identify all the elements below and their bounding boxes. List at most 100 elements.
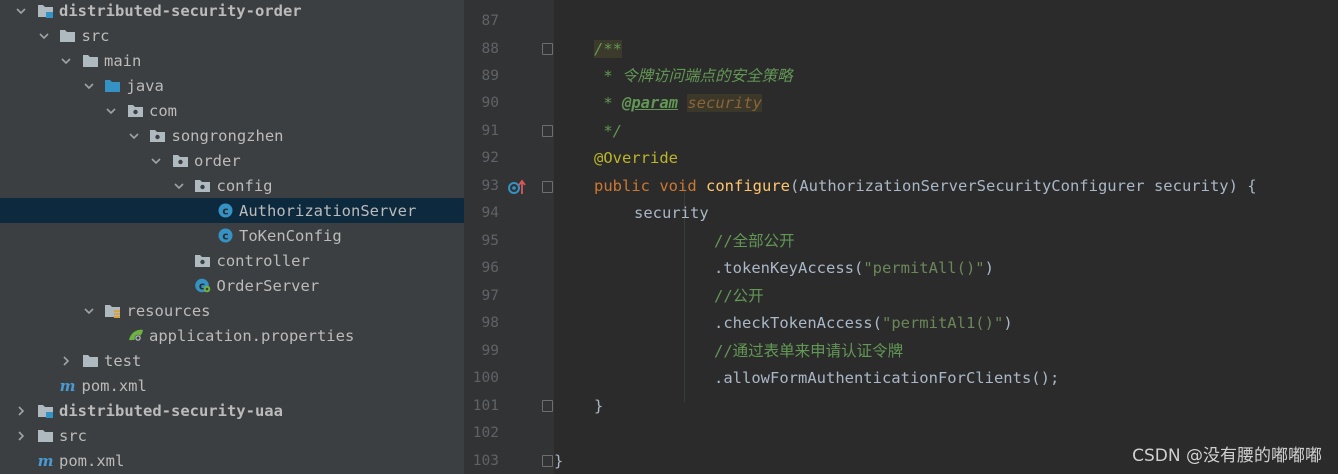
code-line-92: @Override [594,149,678,167]
tree-item-label: AuthorizationServer [239,201,417,220]
tree-item-label: src [81,26,110,45]
chevron-down-icon[interactable] [82,304,96,318]
fold-marker-icon[interactable] [542,181,553,193]
tree-item-distributed-security-order[interactable]: distributed-security-order [0,0,464,23]
fold-marker-icon[interactable] [542,455,553,467]
tree-item-main[interactable]: main [0,48,464,73]
line-number: 89 [481,68,499,84]
folder-icon [81,53,99,69]
svg-text:m: m [60,378,76,393]
tree-item-pom-xml[interactable]: m pom.xml [0,448,464,473]
fold-marker-icon[interactable] [542,43,553,55]
tree-item-src[interactable]: src [0,23,464,48]
line-number: 88 [481,41,499,57]
source-folder-icon [104,78,122,94]
chevron-right-icon[interactable] [14,429,28,443]
tree-item-controller[interactable]: controller [0,248,464,273]
chevron-down-icon[interactable] [82,79,96,93]
tree-item-label: application.properties [149,326,355,345]
package-icon [171,153,189,169]
resources-folder-icon [104,303,122,319]
folder-icon [81,353,99,369]
line-number: 101 [472,398,499,414]
tree-item-config[interactable]: config [0,173,464,198]
tree-item-src[interactable]: src [0,423,464,448]
chevron-down-icon[interactable] [59,54,73,68]
line-number: 93 [481,178,499,194]
tree-item-label: main [104,51,142,70]
svg-text:c: c [222,205,228,217]
tree-item-resources[interactable]: resources [0,298,464,323]
code-line-101: } [594,397,604,415]
tree-item-label: controller [216,251,310,270]
line-number: 100 [472,370,499,386]
tree-item-label: OrderServer [216,276,320,295]
tree-item-label: java [126,76,164,95]
tree-item-distributed-security-uaa[interactable]: distributed-security-uaa [0,398,464,423]
package-icon [126,103,144,119]
fold-marker-icon[interactable] [542,125,553,137]
code-line-90: * @param security [594,94,762,112]
tree-item-pom-xml[interactable]: m pom.xml [0,373,464,398]
chevron-down-icon[interactable] [127,129,141,143]
line-number: 94 [481,205,499,221]
line-number: 87 [481,13,499,29]
tree-item-application-properties[interactable]: application.properties [0,323,464,348]
tree-item-test[interactable]: test [0,348,464,373]
code-line-88: /** [594,40,622,58]
code-line-100: .allowFormAuthenticationForClients(); [714,369,1060,387]
fold-marker-icon[interactable] [542,400,553,412]
package-icon [194,178,212,194]
tree-item-label: com [149,101,177,120]
tree-item-label: config [216,176,273,195]
tree-item-authorizationserver[interactable]: c AuthorizationServer [0,198,464,223]
line-number: 102 [472,425,499,441]
tree-item-orderserver[interactable]: c OrderServer [0,273,464,298]
tree-item-label: test [104,351,142,370]
tree-item-label: order [194,151,241,170]
code-line-91: */ [594,122,622,140]
tree-item-label: pom.xml [59,451,125,470]
tree-item-label: distributed-security-uaa [59,401,283,420]
spring-boot-class-icon: c [194,278,212,294]
tree-item-label: songrongzhen [171,126,284,145]
tree-item-tokenconfig[interactable]: c ToKenConfig [0,223,464,248]
tree-item-com[interactable]: com [0,98,464,123]
override-implementation-icon[interactable] [507,178,527,196]
line-number: 99 [481,343,499,359]
line-number: 90 [481,95,499,111]
line-number: 98 [481,315,499,331]
chevron-down-icon[interactable] [14,4,28,18]
code-editor[interactable]: 87 88 89 90 91 92 93 94 95 96 97 98 99 100 101 102 103 /… [464,0,1338,474]
package-icon [149,128,167,144]
maven-icon: m [59,378,77,394]
chevron-down-icon[interactable] [149,154,163,168]
tree-item-label: ToKenConfig [239,226,342,245]
tree-item-songrongzhen[interactable]: songrongzhen [0,123,464,148]
chevron-down-icon[interactable] [172,179,186,193]
code-line-94: security [634,204,709,222]
code-line-96: .tokenKeyAccess("permitAll()") [714,259,994,277]
code-area[interactable]: /** * 令牌访问端点的安全策略 * @param security */ @… [554,0,1338,474]
svg-text:c: c [222,230,228,242]
chevron-right-icon[interactable] [59,354,73,368]
folder-icon [59,28,77,44]
package-icon [194,253,212,269]
line-number: 92 [481,150,499,166]
chevron-down-icon[interactable] [104,104,118,118]
watermark: CSDN @没有腰的嘟嘟嘟 [1132,446,1322,466]
code-line-95: //全部公开 [714,232,795,250]
line-number: 103 [472,453,499,469]
tree-item-label: resources [126,301,211,320]
chevron-right-icon[interactable] [14,404,28,418]
tree-item-label: src [59,426,87,445]
tree-item-order[interactable]: order [0,148,464,173]
class-icon: c [216,203,234,219]
tree-item-java[interactable]: java [0,73,464,98]
chevron-down-icon[interactable] [37,29,51,43]
